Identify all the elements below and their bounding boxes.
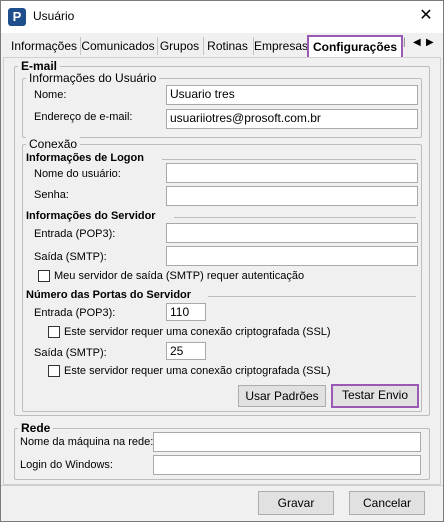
smtp-ssl-checkbox[interactable] xyxy=(48,365,60,377)
email-label: Endereço de e-mail: xyxy=(34,111,133,123)
pop3-ssl-checkbox[interactable] xyxy=(48,326,60,338)
ports-section-title: Número das Portas do Servidor xyxy=(26,289,192,301)
connection-title: Conexão xyxy=(26,137,81,151)
windows-login-label: Login do Windows: xyxy=(20,459,113,471)
machine-name-label: Nome da máquina na rede: xyxy=(20,436,154,448)
tab-scroll-left-icon[interactable]: ◀ xyxy=(413,37,421,48)
smtp-auth-label: Meu servidor de saída (SMTP) requer aute… xyxy=(54,270,305,282)
windows-login-input[interactable] xyxy=(153,455,421,475)
use-defaults-button[interactable]: Usar Padrões xyxy=(238,385,326,407)
tab-configuracoes[interactable]: Configurações xyxy=(307,35,403,59)
test-send-button[interactable]: Testar Envio xyxy=(331,384,419,408)
smtp-label: Saída (SMTP): xyxy=(34,251,107,263)
save-button[interactable]: Gravar xyxy=(258,491,334,515)
tab-scroll-marker: | xyxy=(403,37,406,48)
username-label: Nome do usuário: xyxy=(34,168,121,180)
tab-empresas[interactable]: Empresas xyxy=(253,37,308,55)
username-input[interactable] xyxy=(166,163,418,183)
pop3-ssl-label: Este servidor requer uma conexão criptog… xyxy=(64,326,331,338)
app-logo-icon: P xyxy=(8,8,26,26)
email-input[interactable]: usuariiotres@prosoft.com.br xyxy=(166,109,418,129)
ports-divider xyxy=(208,296,416,297)
smtp-auth-checkbox[interactable] xyxy=(38,270,50,282)
tab-scroll-right-icon[interactable]: ▶ xyxy=(426,37,434,48)
window-title: Usuário xyxy=(33,9,75,23)
tab-bar: Informações Comunicados Grupos Rotinas E… xyxy=(1,33,443,59)
smtp-port-label: Saída (SMTP): xyxy=(34,347,107,359)
tab-grupos[interactable]: Grupos xyxy=(157,37,201,55)
machine-name-input[interactable] xyxy=(153,432,421,452)
logon-section-title: Informações de Logon xyxy=(26,152,144,164)
tab-rotinas[interactable]: Rotinas xyxy=(203,37,251,55)
server-divider xyxy=(174,217,416,218)
user-info-title: Informações do Usuário xyxy=(26,71,160,85)
tab-informacoes[interactable]: Informações xyxy=(11,37,77,55)
smtp-input[interactable] xyxy=(166,246,418,266)
user-window: P Usuário ✕ Informações Comunicados Grup… xyxy=(0,0,444,522)
logon-divider xyxy=(162,159,416,160)
close-icon[interactable]: ✕ xyxy=(415,5,437,27)
tab-comunicados[interactable]: Comunicados xyxy=(80,37,155,55)
name-label: Nome: xyxy=(34,89,67,101)
password-input[interactable] xyxy=(166,186,418,206)
footer-separator xyxy=(1,485,443,486)
network-group-title: Rede xyxy=(18,421,54,435)
pop3-input[interactable] xyxy=(166,223,418,243)
pop3-port-input[interactable]: 110 xyxy=(166,303,206,321)
cancel-button[interactable]: Cancelar xyxy=(349,491,425,515)
smtp-port-input[interactable]: 25 xyxy=(166,342,206,360)
pop3-port-label: Entrada (POP3): xyxy=(34,307,116,319)
title-bar: P Usuário ✕ xyxy=(1,1,443,33)
smtp-ssl-label: Este servidor requer uma conexão criptog… xyxy=(64,365,331,377)
pop3-label: Entrada (POP3): xyxy=(34,228,116,240)
name-input[interactable]: Usuario tres xyxy=(166,85,418,105)
password-label: Senha: xyxy=(34,189,69,201)
tab-content: E-mail Informações do Usuário Nome: Usua… xyxy=(3,57,441,485)
server-section-title: Informações do Servidor xyxy=(26,210,156,222)
